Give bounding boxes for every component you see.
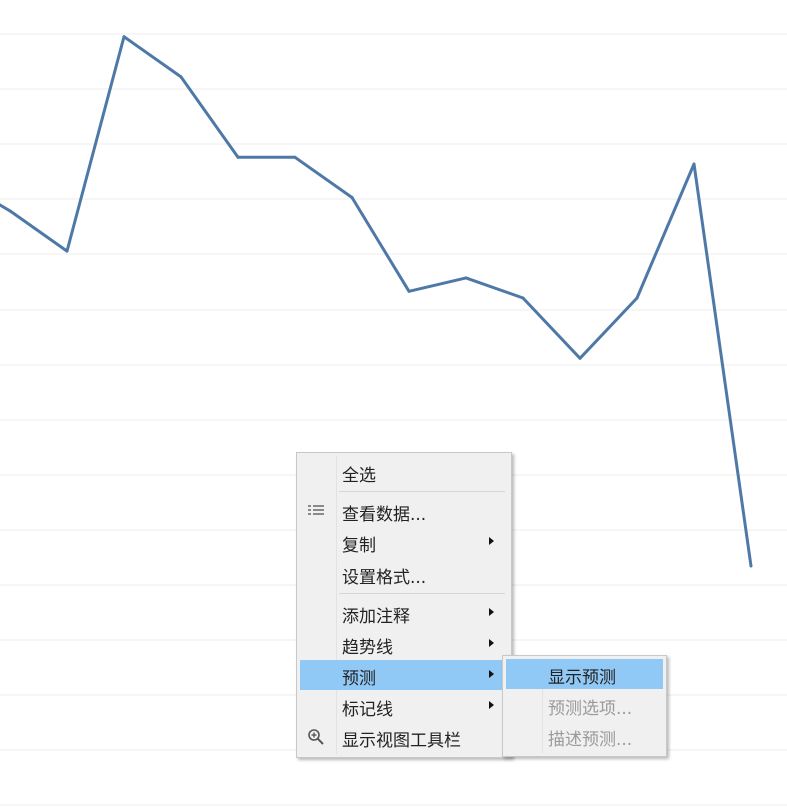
data-point[interactable] <box>236 155 240 159</box>
data-point[interactable] <box>350 196 354 199</box>
data-point[interactable] <box>749 564 753 568</box>
menu-item-label: 复制 <box>342 536 376 556</box>
data-point[interactable] <box>635 296 639 300</box>
submenu-arrow-icon <box>489 608 494 616</box>
data-point[interactable] <box>293 155 297 159</box>
menu-item-reference-line[interactable]: 标记线 <box>300 691 508 721</box>
data-point[interactable] <box>407 289 411 293</box>
menu-item-label: 添加注释 <box>342 607 410 627</box>
context-menu: 全选 查看数据... 复制 设置格式... 添加注释 趋势线 预测 标记线 显示… <box>296 452 512 758</box>
menu-item-label: 全选 <box>342 466 376 486</box>
data-point[interactable] <box>521 296 525 300</box>
forecast-submenu: 显示预测 预测选项... 描述预测... <box>502 655 667 757</box>
menu-item-label: 查看数据... <box>342 505 427 525</box>
data-table-icon <box>308 505 324 515</box>
menu-item-label: 显示视图工具栏 <box>342 731 461 751</box>
menu-item-trend-lines[interactable]: 趋势线 <box>300 629 508 659</box>
menu-item-label: 标记线 <box>342 700 393 720</box>
menu-item-label: 描述预测... <box>548 730 633 750</box>
submenu-arrow-icon <box>489 537 494 545</box>
zoom-in-icon <box>308 729 324 745</box>
menu-item-label: 显示预测 <box>548 668 616 688</box>
menu-item-label: 趋势线 <box>342 638 393 658</box>
data-point[interactable] <box>179 75 183 79</box>
menu-separator <box>339 593 505 594</box>
data-point[interactable] <box>122 35 126 39</box>
menu-item-select-all[interactable]: 全选 <box>300 457 508 487</box>
data-point[interactable] <box>65 249 69 253</box>
menu-item-forecast[interactable]: 预测 <box>300 660 508 690</box>
submenu-arrow-icon <box>489 670 494 678</box>
menu-item-forecast-options: 预测选项... <box>506 690 663 720</box>
submenu-arrow-icon <box>489 701 494 709</box>
menu-item-describe-forecast: 描述预测... <box>506 721 663 751</box>
data-point[interactable] <box>8 209 12 213</box>
menu-item-view-data[interactable]: 查看数据... <box>300 496 508 526</box>
data-point[interactable] <box>464 276 468 280</box>
menu-item-copy[interactable]: 复制 <box>300 527 508 557</box>
menu-separator <box>339 491 505 492</box>
submenu-arrow-icon <box>489 639 494 647</box>
menu-item-show-forecast[interactable]: 显示预测 <box>506 659 663 689</box>
menu-item-annotate[interactable]: 添加注释 <box>300 598 508 628</box>
menu-item-label: 预测 <box>342 669 376 689</box>
menu-item-format[interactable]: 设置格式... <box>300 559 508 589</box>
data-point[interactable] <box>578 356 582 360</box>
menu-item-show-view-toolbar[interactable]: 显示视图工具栏 <box>300 722 508 752</box>
menu-item-label: 预测选项... <box>548 699 633 719</box>
menu-item-label: 设置格式... <box>342 568 427 588</box>
data-point[interactable] <box>692 162 696 166</box>
